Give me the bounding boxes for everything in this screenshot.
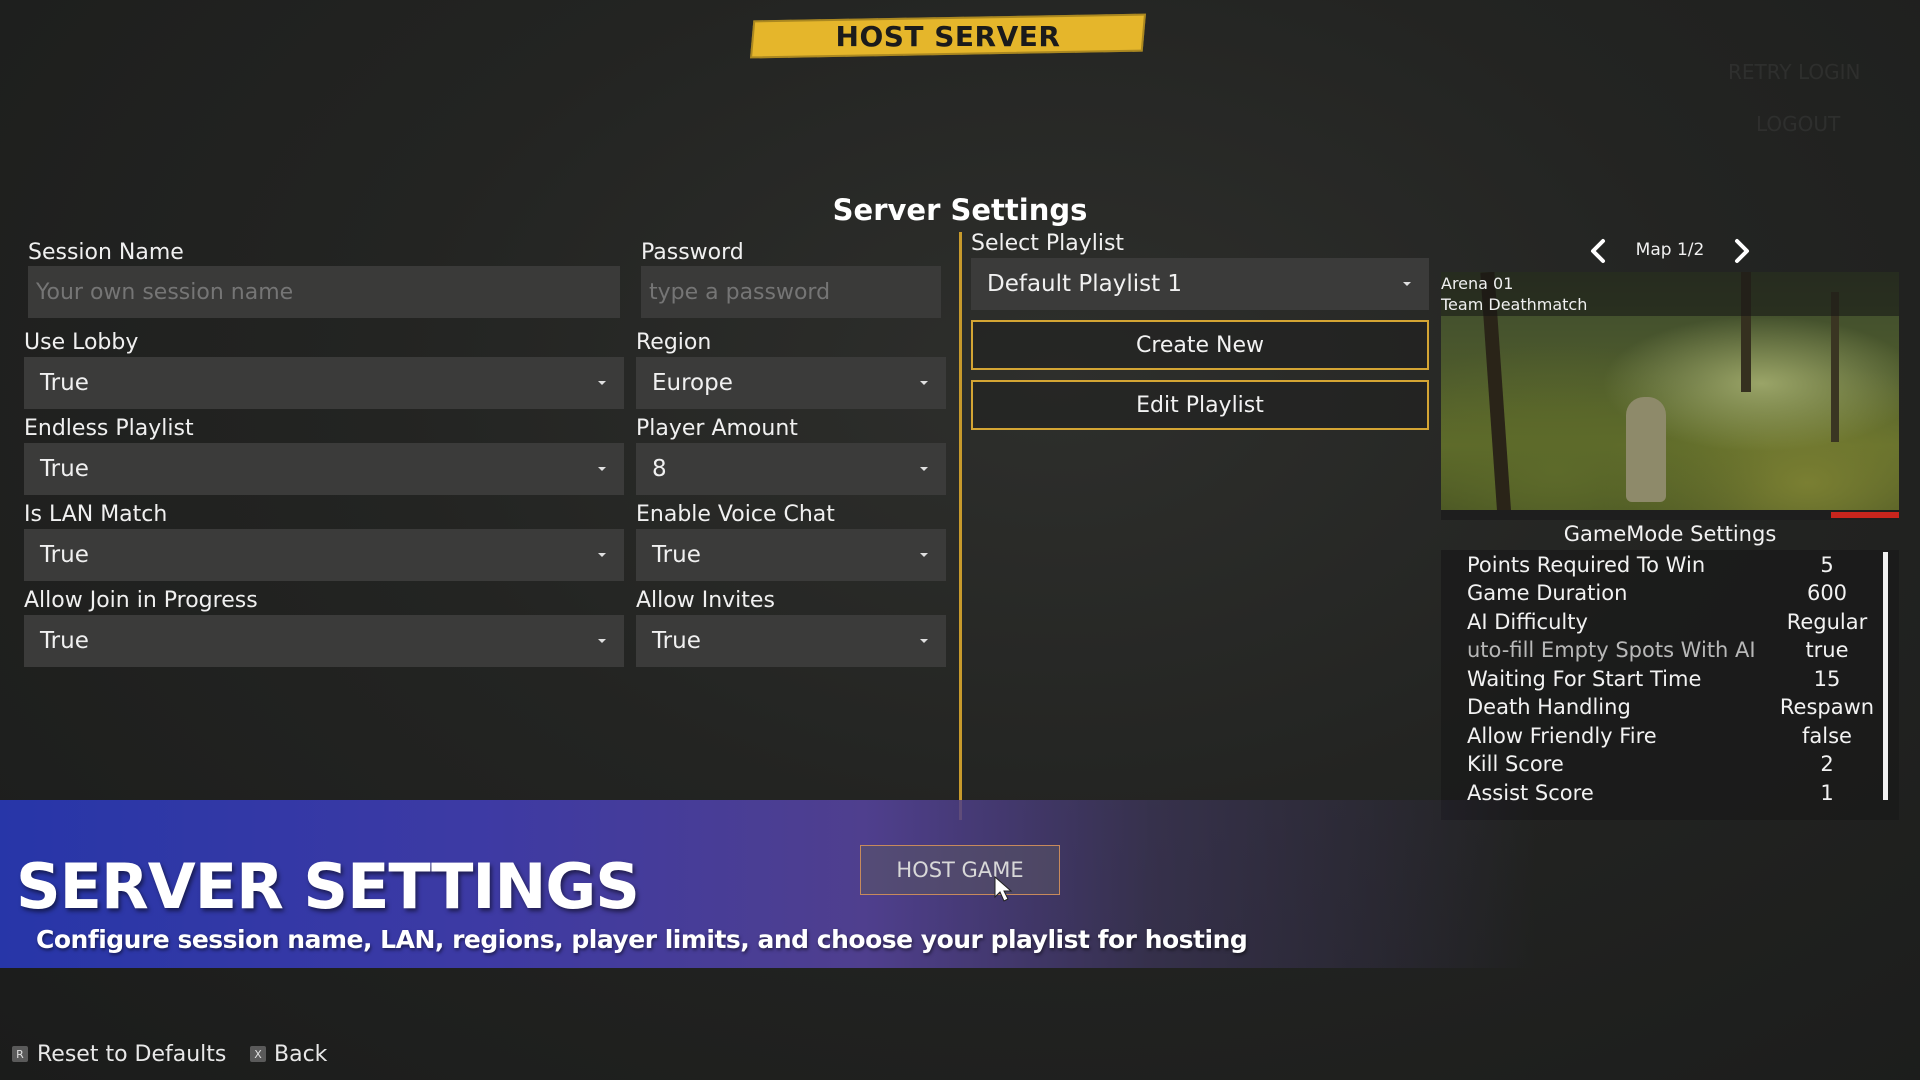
allow-invites-select[interactable]: True bbox=[636, 615, 946, 667]
gamemode-row: Death Handling Respawn bbox=[1467, 695, 1887, 723]
player-character bbox=[1626, 397, 1666, 502]
gamemode-row: Game Duration 600 bbox=[1467, 581, 1887, 609]
gamemode-row-key: Waiting For Start Time bbox=[1467, 667, 1702, 691]
gamemode-row-key: Death Handling bbox=[1467, 695, 1631, 719]
gamemode-row: Points Required To Win 5 bbox=[1467, 553, 1887, 581]
gamemode-row: uto-fill Empty Spots With AI true bbox=[1467, 638, 1887, 666]
chevron-left-icon[interactable] bbox=[1588, 238, 1608, 264]
column-divider bbox=[959, 232, 962, 820]
gamemode-row: Waiting For Start Time 15 bbox=[1467, 667, 1887, 695]
player-amount-value: 8 bbox=[652, 456, 667, 482]
page-header-title: HOST SERVER bbox=[835, 20, 1061, 53]
gamemode-row-value: 2 bbox=[1820, 752, 1834, 776]
region-label: Region bbox=[636, 330, 712, 355]
endless-playlist-value: True bbox=[40, 456, 89, 482]
settings-title: Server Settings bbox=[832, 193, 1088, 227]
gamemode-row-value: false bbox=[1802, 724, 1852, 748]
endless-playlist-select[interactable]: True bbox=[24, 443, 624, 495]
enable-voice-chat-value: True bbox=[652, 542, 701, 568]
player-amount-label: Player Amount bbox=[636, 416, 798, 441]
use-lobby-select[interactable]: True bbox=[24, 357, 624, 409]
allow-join-in-progress-value: True bbox=[40, 628, 89, 654]
allow-join-in-progress-label: Allow Join in Progress bbox=[24, 588, 258, 613]
logout-link[interactable]: LOGOUT bbox=[1756, 112, 1840, 136]
chevron-down-icon bbox=[920, 639, 928, 643]
chevron-down-icon bbox=[598, 381, 606, 385]
session-name-input[interactable] bbox=[28, 266, 620, 318]
password-label: Password bbox=[641, 240, 744, 265]
enable-voice-chat-select[interactable]: True bbox=[636, 529, 946, 581]
use-lobby-value: True bbox=[40, 370, 89, 396]
host-game-button[interactable]: HOST GAME bbox=[860, 845, 1060, 895]
select-playlist-label: Select Playlist bbox=[971, 231, 1125, 256]
gamemode-row-key: uto-fill Empty Spots With AI bbox=[1467, 638, 1756, 662]
allow-join-in-progress-select[interactable]: True bbox=[24, 615, 624, 667]
reset-key-icon: R bbox=[12, 1046, 28, 1062]
hero-title: SERVER SETTINGS bbox=[16, 850, 640, 923]
gamemode-row-value: Respawn bbox=[1779, 695, 1875, 719]
map-name: Arena 01 bbox=[1441, 274, 1514, 293]
region-select[interactable]: Europe bbox=[636, 357, 946, 409]
allow-invites-value: True bbox=[652, 628, 701, 654]
gamemode-row-value: 600 bbox=[1806, 581, 1848, 605]
chevron-down-icon bbox=[598, 639, 606, 643]
gamemode-row-key: Kill Score bbox=[1467, 752, 1564, 776]
gamemode-row-key: Allow Friendly Fire bbox=[1467, 724, 1657, 748]
create-new-playlist-button[interactable]: Create New bbox=[971, 320, 1429, 370]
region-value: Europe bbox=[652, 370, 733, 396]
chevron-right-icon[interactable] bbox=[1732, 238, 1752, 264]
chevron-down-icon bbox=[920, 467, 928, 471]
back-key-icon: X bbox=[250, 1046, 266, 1062]
gamemode-row-key: Points Required To Win bbox=[1467, 553, 1706, 577]
gamemode-row: Allow Friendly Fire false bbox=[1467, 724, 1887, 752]
hero-subtitle: Configure session name, LAN, regions, pl… bbox=[36, 925, 1248, 954]
gamemode-row-value: true bbox=[1805, 638, 1849, 662]
playlist-selected-value: Default Playlist 1 bbox=[987, 271, 1183, 297]
chevron-down-icon bbox=[598, 553, 606, 557]
player-amount-select[interactable]: 8 bbox=[636, 443, 946, 495]
password-input[interactable] bbox=[641, 266, 941, 318]
retry-login-link[interactable]: RETRY LOGIN bbox=[1728, 60, 1860, 84]
map-pager-label: Map 1/2 bbox=[1635, 240, 1705, 260]
chevron-down-icon bbox=[598, 467, 606, 471]
map-mode: Team Deathmatch bbox=[1441, 295, 1588, 314]
gamemode-row-key: AI Difficulty bbox=[1467, 610, 1588, 634]
gamemode-settings-title: GameMode Settings bbox=[1563, 522, 1777, 546]
chevron-down-icon bbox=[920, 381, 928, 385]
enable-voice-chat-label: Enable Voice Chat bbox=[636, 502, 835, 527]
use-lobby-label: Use Lobby bbox=[24, 330, 139, 355]
gamemode-row-value: 5 bbox=[1820, 553, 1834, 577]
edit-playlist-button[interactable]: Edit Playlist bbox=[971, 380, 1429, 430]
endless-playlist-label: Endless Playlist bbox=[24, 416, 194, 441]
gamemode-row: AI Difficulty Regular bbox=[1467, 610, 1887, 638]
mouse-cursor-icon bbox=[994, 875, 1013, 902]
is-lan-match-select[interactable]: True bbox=[24, 529, 624, 581]
gamemode-row-value: Regular bbox=[1786, 610, 1868, 634]
gamemode-row-key: Game Duration bbox=[1467, 581, 1628, 605]
playlist-select[interactable]: Default Playlist 1 bbox=[971, 258, 1429, 310]
is-lan-match-label: Is LAN Match bbox=[24, 502, 168, 527]
reset-to-defaults-button[interactable]: Reset to Defaults bbox=[37, 1042, 226, 1067]
gamemode-row: Kill Score 2 bbox=[1467, 752, 1887, 780]
back-button[interactable]: Back bbox=[274, 1042, 327, 1067]
gamemode-row-value: 15 bbox=[1813, 667, 1841, 691]
is-lan-match-value: True bbox=[40, 542, 89, 568]
gamemode-scrollbar[interactable] bbox=[1883, 552, 1888, 800]
allow-invites-label: Allow Invites bbox=[636, 588, 775, 613]
chevron-down-icon bbox=[920, 553, 928, 557]
session-name-label: Session Name bbox=[28, 240, 184, 265]
chevron-down-icon bbox=[1403, 282, 1411, 286]
